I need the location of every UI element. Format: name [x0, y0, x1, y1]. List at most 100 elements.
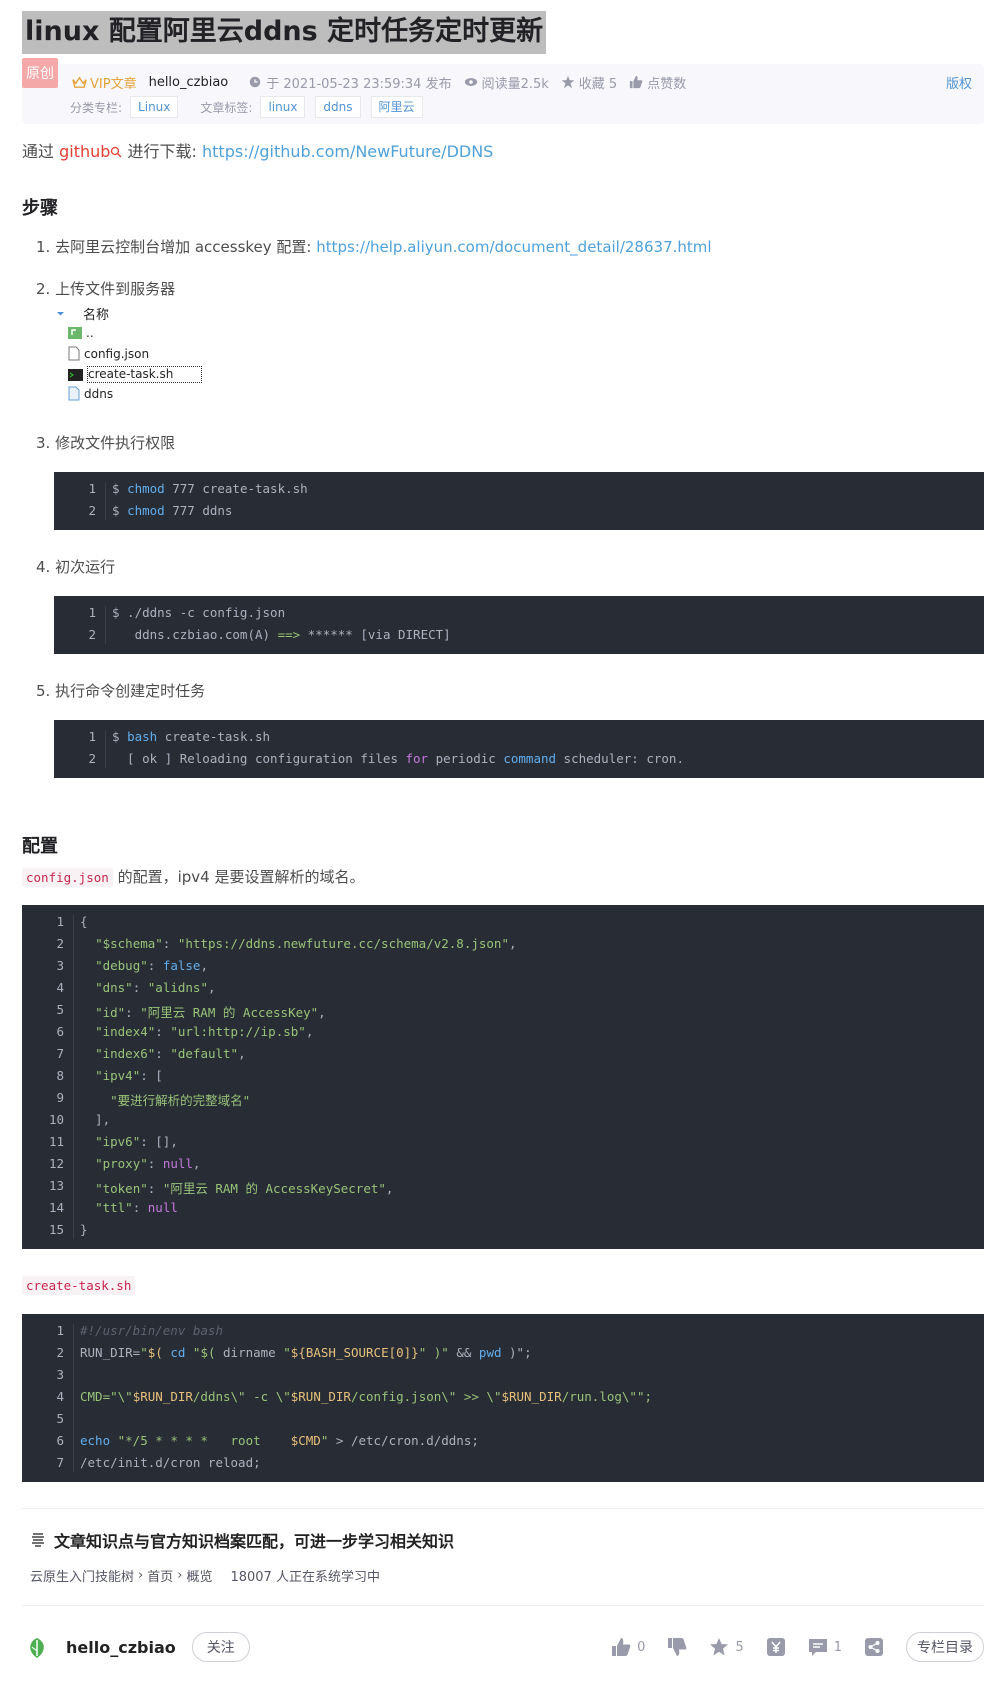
dislike-button[interactable]: [667, 1637, 687, 1657]
code-line: "proxy": null,: [95, 1156, 201, 1171]
chevron-right-icon: ›: [177, 1568, 183, 1583]
comment-count: 1: [833, 1639, 842, 1655]
toolbar-author[interactable]: hello_czbiao: [66, 1638, 176, 1657]
copyright-link[interactable]: 版权: [946, 73, 972, 92]
article-page: linux 配置阿里云ddns 定时任务定时更新 原创 VIP文章 hello_…: [22, 0, 984, 1662]
file-icon: [68, 386, 80, 401]
line-number-gutter: [73, 915, 74, 1239]
line-number-gutter: [105, 482, 106, 520]
intro-prefix: 通过: [22, 142, 55, 161]
code-line: "要进行解析的完整域名": [110, 1093, 251, 1108]
code-line: $ chmod 777 ddns: [112, 503, 233, 518]
line-number: 14: [48, 1200, 64, 1215]
file-item-parent-label: ..: [86, 326, 94, 340]
line-number-gutter: [105, 606, 106, 644]
eye-icon: [464, 78, 477, 86]
line-number: 4: [56, 980, 64, 995]
config-json-code: config.json: [22, 868, 113, 887]
reward-button[interactable]: [766, 1637, 786, 1657]
code-line: ],: [80, 1112, 111, 1127]
file-item-ddns[interactable]: ddns: [68, 386, 113, 401]
author-link[interactable]: hello_czbiao: [149, 75, 229, 90]
favorite-button[interactable]: 5: [709, 1637, 744, 1657]
clock-icon: [250, 76, 261, 88]
code-line: "index4": "url:http://ip.sb",: [95, 1024, 314, 1039]
divider: [22, 1605, 984, 1606]
like-button[interactable]: 0: [611, 1637, 645, 1657]
line-number: 3: [56, 1367, 64, 1382]
knowledge-title: 文章知识点与官方知识档案匹配，可进一步学习相关知识: [30, 1528, 454, 1552]
yen-icon: [766, 1638, 785, 1656]
file-item-config[interactable]: config.json: [68, 346, 149, 361]
code-line: $ bash create-task.sh: [112, 729, 271, 744]
read-count: 阅读量2.5k: [464, 73, 549, 92]
knowledge-path-item[interactable]: 首页: [147, 1566, 173, 1585]
code-block-chmod[interactable]: 1 2 $ chmod 777 create-task.sh $ chmod 777 …: [54, 472, 984, 530]
share-icon: [865, 1638, 883, 1656]
config-heading: 配置: [22, 836, 58, 857]
code-line: "index6": "default",: [95, 1046, 246, 1061]
star-icon: [710, 1638, 729, 1656]
share-button[interactable]: [864, 1637, 884, 1657]
line-number: 2: [88, 627, 96, 642]
tag-ddns[interactable]: ddns: [315, 96, 361, 118]
likes[interactable]: 点赞数: [629, 73, 686, 92]
code-line: "ttl": null: [95, 1200, 178, 1215]
knowledge-title-text: 文章知识点与官方知识档案匹配，可进一步学习相关知识: [54, 1532, 455, 1551]
ddns-github-link[interactable]: https://github.com/NewFuture/DDNS: [202, 142, 493, 161]
chevron-right-icon: ›: [138, 1568, 144, 1583]
knowledge-path-item[interactable]: 云原生入门技能树: [30, 1566, 134, 1585]
code-block-run[interactable]: 1 2 $ ./ddns -c config.json ddns.czbiao.co…: [54, 596, 984, 654]
toolbar-actions: 0 5 1 专栏目录: [589, 1632, 984, 1662]
step-5: 5. 执行命令创建定时任务: [36, 682, 206, 700]
config-description-text: 的配置，ipv4 是要设置解析的域名。: [117, 868, 365, 886]
file-item-create-task[interactable]: create-task.sh: [68, 366, 203, 383]
publish-time: 于 2021-05-23 23:59:34 发布: [248, 73, 452, 92]
config-description: config.json 的配置，ipv4 是要设置解析的域名。: [22, 864, 364, 891]
knowledge-path: 云原生入门技能树 › 首页 › 概览 18007 人正在系统学习中: [30, 1566, 380, 1585]
chevron-down-icon: [57, 312, 64, 316]
code-line: "id": "阿里云 RAM 的 AccessKey",: [95, 1005, 326, 1020]
code-line: {: [80, 914, 88, 929]
file-tree-header[interactable]: 名称: [56, 304, 109, 323]
knowledge-path-item[interactable]: 概览: [186, 1566, 212, 1585]
line-number-gutter: [105, 730, 106, 768]
line-number: 3: [56, 958, 64, 973]
tag-aliyun[interactable]: 阿里云: [370, 96, 423, 118]
line-number: 5: [56, 1411, 64, 1426]
avatar[interactable]: [22, 1632, 52, 1662]
step-3: 3. 修改文件执行权限: [36, 434, 176, 452]
search-icon: [111, 146, 122, 158]
line-number: 7: [56, 1455, 64, 1470]
code-line: echo "*/5 * * * * root $CMD" > /etc/cron…: [80, 1433, 479, 1448]
code-block-create-task[interactable]: 1 2 3 4 5 6 7 #!/usr/bin/env bash RUN_DIR="$( cd…: [22, 1314, 984, 1482]
line-number: 1: [88, 729, 96, 744]
github-keyword-link[interactable]: github: [59, 142, 122, 161]
category-label: 分类专栏:: [70, 100, 123, 115]
parent-folder-icon: [68, 327, 82, 339]
file-item-parent[interactable]: ..: [68, 326, 94, 340]
category-tag[interactable]: Linux: [130, 96, 179, 118]
vip-label[interactable]: VIP文章: [72, 73, 137, 92]
article-title: linux 配置阿里云ddns 定时任务定时更新: [22, 11, 547, 54]
step-2: 2. 上传文件到服务器: [36, 280, 176, 298]
tag-linux[interactable]: linux: [260, 96, 306, 118]
line-number: 6: [56, 1433, 64, 1448]
code-block-bash[interactable]: 1 2 $ bash create-task.sh [ ok ] Reloading…: [54, 720, 984, 778]
line-number: 2: [56, 936, 64, 951]
code-line: #!/usr/bin/env bash: [80, 1323, 223, 1338]
step-1-text: 1. 去阿里云控制台增加 accesskey 配置:: [36, 238, 312, 256]
favorites[interactable]: 收藏 5: [561, 73, 617, 92]
follow-button[interactable]: 关注: [191, 1632, 250, 1662]
bottom-toolbar: hello_czbiao 关注 0 5 1 专栏目录: [22, 1625, 984, 1669]
code-line: "debug": false,: [95, 958, 208, 973]
code-block-config-json[interactable]: 1 2 3 4 5 6 7 8 9 10 11 12 13 14 15{ "$schema": "https…: [22, 905, 984, 1249]
comment-button[interactable]: 1: [808, 1637, 842, 1657]
aliyun-help-link[interactable]: https://help.aliyun.com/document_detail/…: [316, 238, 711, 256]
crown-icon: [72, 76, 87, 88]
code-line: [ ok ] Reloading configuration files for…: [112, 751, 684, 766]
line-number: 6: [56, 1024, 64, 1039]
line-number: 1: [56, 914, 64, 929]
code-line: /etc/init.d/cron reload;: [80, 1455, 261, 1470]
column-catalog-button[interactable]: 专栏目录: [906, 1632, 984, 1662]
